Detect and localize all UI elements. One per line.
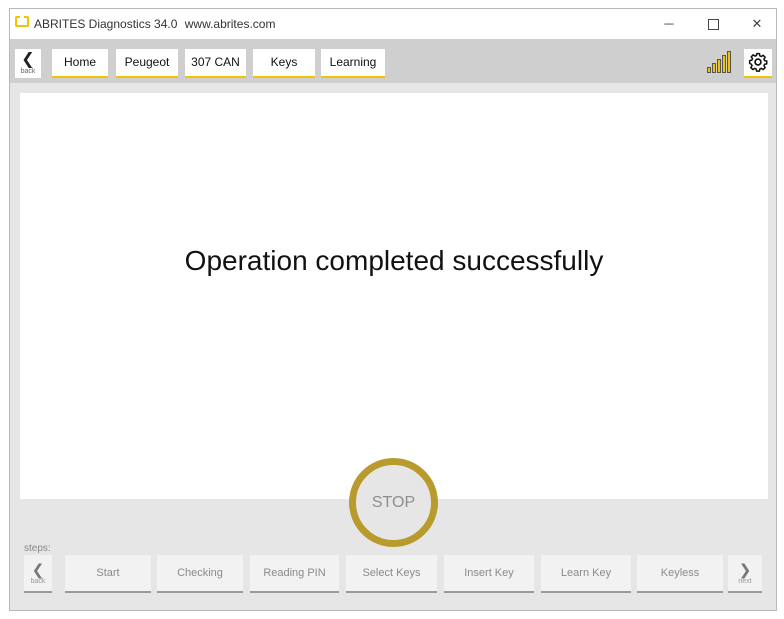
signal-strength-icon bbox=[707, 51, 737, 73]
breadcrumb-learning[interactable]: Learning bbox=[321, 49, 385, 78]
gear-icon bbox=[748, 52, 768, 72]
step-back-button[interactable]: ❮ back bbox=[24, 555, 52, 593]
signal-bar bbox=[727, 51, 731, 73]
step-learn-key[interactable]: Learn Key bbox=[541, 555, 631, 593]
main-content-panel: Operation completed successfully bbox=[20, 93, 768, 499]
app-logo-icon bbox=[15, 15, 29, 27]
chevron-right-icon: ❯ bbox=[738, 562, 752, 579]
close-button[interactable]: ✕ bbox=[735, 9, 779, 39]
app-title: ABRITES Diagnostics 34.0 bbox=[34, 17, 178, 31]
step-checking[interactable]: Checking bbox=[157, 555, 243, 593]
close-icon: ✕ bbox=[751, 16, 763, 31]
step-next-button[interactable]: ❯ next bbox=[728, 555, 762, 593]
breadcrumb-307-can[interactable]: 307 CAN bbox=[185, 49, 246, 78]
signal-bar bbox=[717, 59, 721, 73]
minimize-icon: ─ bbox=[664, 16, 674, 31]
step-reading-pin[interactable]: Reading PIN bbox=[250, 555, 339, 593]
steps-label: steps: bbox=[24, 543, 51, 554]
nav-back-label: back bbox=[20, 68, 36, 75]
stop-button[interactable]: STOP bbox=[349, 458, 438, 547]
nav-back-button[interactable]: ❮ back bbox=[15, 49, 41, 78]
step-select-keys[interactable]: Select Keys bbox=[346, 555, 437, 593]
minimize-button[interactable]: ─ bbox=[647, 9, 691, 39]
step-keyless[interactable]: Keyless bbox=[637, 555, 723, 593]
chevron-left-icon: ❮ bbox=[21, 51, 35, 68]
breadcrumb-keys[interactable]: Keys bbox=[253, 49, 315, 78]
maximize-button[interactable] bbox=[691, 9, 735, 39]
signal-bar bbox=[722, 55, 726, 73]
app-url: www.abrites.com bbox=[184, 17, 276, 31]
maximize-icon bbox=[707, 19, 719, 31]
signal-bar bbox=[707, 67, 711, 73]
app-window: ABRITES Diagnostics 34.0 www.abrites.com… bbox=[9, 8, 777, 611]
breadcrumb-peugeot[interactable]: Peugeot bbox=[116, 49, 178, 78]
status-message: Operation completed successfully bbox=[184, 245, 604, 276]
navigation-bar: ❮ back Home Peugeot 307 CAN Keys Learnin… bbox=[10, 39, 776, 83]
title-bar: ABRITES Diagnostics 34.0 www.abrites.com… bbox=[10, 9, 776, 39]
window-title: ABRITES Diagnostics 34.0 www.abrites.com bbox=[34, 17, 275, 31]
breadcrumb-home[interactable]: Home bbox=[52, 49, 108, 78]
step-back-label: back bbox=[30, 578, 46, 585]
step-start[interactable]: Start bbox=[65, 555, 151, 593]
step-next-label: next bbox=[738, 578, 752, 585]
chevron-left-icon: ❮ bbox=[31, 562, 45, 579]
signal-bar bbox=[712, 63, 716, 73]
step-insert-key[interactable]: Insert Key bbox=[444, 555, 534, 593]
settings-button[interactable] bbox=[744, 49, 772, 78]
